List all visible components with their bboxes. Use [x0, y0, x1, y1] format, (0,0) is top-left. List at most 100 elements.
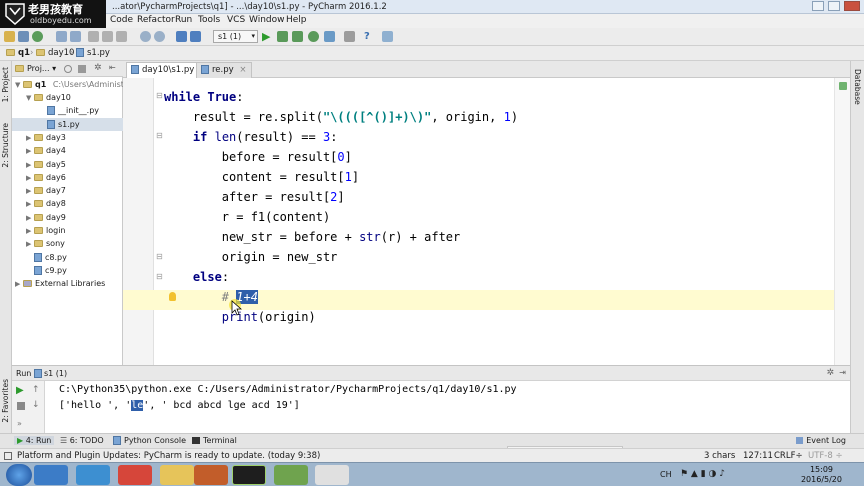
taskbar-pycharm-icon[interactable] [232, 465, 266, 485]
hide-icon[interactable]: ⇥ [839, 368, 846, 377]
tab-python-console[interactable]: Python Console [113, 436, 186, 445]
copy-icon[interactable] [102, 31, 113, 42]
breadcrumb-file[interactable]: s1.py [76, 48, 110, 58]
start-button[interactable] [6, 464, 32, 486]
fold-icon[interactable]: ⊟ [156, 131, 163, 140]
up-icon[interactable]: ↑ [32, 385, 40, 395]
cut-icon[interactable] [88, 31, 99, 42]
tree-item[interactable]: c9.py [12, 264, 123, 277]
debug-icon[interactable] [277, 31, 288, 42]
tab-favorites[interactable]: 2: Favorites [1, 379, 10, 423]
down-icon[interactable]: ↓ [32, 400, 40, 410]
tab-terminal[interactable]: Terminal [192, 436, 237, 445]
menu-help[interactable]: Help [286, 15, 307, 25]
run-output-panel[interactable]: ▶ ↑ ↓ » C:\Python35\python.exe C:/Users/… [12, 381, 850, 433]
taskbar-language[interactable]: CH [660, 470, 672, 479]
gear-icon[interactable]: ✲ [94, 63, 102, 73]
project-view-selector[interactable]: Proj... ▾ [15, 64, 56, 73]
tree-item[interactable]: ▶ day4 [12, 144, 123, 157]
tree-item[interactable]: ▶ day9 [12, 211, 123, 224]
breadcrumb-folder[interactable]: day10 [36, 48, 74, 58]
minimize-icon[interactable] [812, 1, 825, 11]
sdk-icon[interactable] [382, 31, 393, 42]
taskbar-folder-icon[interactable] [160, 465, 194, 485]
close-icon[interactable] [844, 1, 860, 11]
taskbar-clock[interactable]: 15:09 2016/5/20 [801, 465, 842, 485]
tab-event-log[interactable]: Event Log [796, 436, 846, 445]
tree-root[interactable]: ▼ q1 C:\Users\Administ [15, 78, 124, 91]
menu-window[interactable]: Window [249, 15, 285, 25]
fold-icon[interactable]: ⊟ [156, 252, 163, 261]
tree-item[interactable]: s1.py [12, 117, 123, 131]
tree-item[interactable]: ▶ day8 [12, 197, 123, 210]
tree-item[interactable]: ▼ day10 [12, 91, 123, 104]
menu-refactor[interactable]: Refactor [137, 15, 175, 25]
menu-code[interactable]: Code [110, 15, 133, 25]
run-panel-config[interactable]: s1 (1) [44, 369, 67, 378]
gear-icon[interactable]: ✲ [826, 368, 834, 378]
breadcrumb-root[interactable]: q1 [6, 48, 30, 58]
tree-item[interactable]: ▶ day6 [12, 171, 123, 184]
vcs-icon[interactable] [324, 31, 335, 42]
editor-error-stripe[interactable] [834, 78, 850, 365]
tab-structure[interactable]: 2: Structure [1, 123, 10, 168]
window-controls[interactable] [812, 1, 860, 14]
menu-vcs[interactable]: VCS [227, 15, 245, 25]
stop-icon[interactable] [17, 402, 25, 410]
tab-re[interactable]: re.py × [196, 62, 252, 78]
paste-icon[interactable] [116, 31, 127, 42]
save-icon[interactable] [18, 31, 29, 42]
tree-item[interactable]: ▶ sony [12, 237, 123, 250]
fold-icon[interactable]: ⊟ [156, 91, 163, 100]
settings-icon[interactable] [344, 31, 355, 42]
find-icon[interactable] [140, 31, 151, 42]
tree-item[interactable]: c8.py [12, 251, 123, 264]
status-line-separator[interactable]: CRLF÷ [774, 451, 803, 461]
taskbar-app-icon[interactable] [194, 465, 228, 485]
back-icon[interactable] [176, 31, 187, 42]
taskbar-calc-icon[interactable] [315, 465, 349, 485]
tree-item-label: External Libraries [35, 279, 106, 289]
collapse-icon[interactable] [78, 65, 86, 73]
tab-run[interactable]: ▶ 4: Run [14, 436, 55, 445]
status-caret-position[interactable]: 127:11 [743, 451, 773, 461]
tab-project[interactable]: 1: Project [1, 67, 10, 102]
taskbar-ie-icon[interactable] [76, 465, 110, 485]
code-editor[interactable]: ⊟ ⊟ ⊟ ⊟ while True: result = re.split("\… [123, 78, 850, 365]
close-tab-icon[interactable]: × [239, 65, 246, 75]
sync-icon[interactable] [64, 65, 72, 73]
coverage-icon[interactable] [292, 31, 303, 42]
fold-icon[interactable]: ⊟ [156, 272, 163, 281]
sync-icon[interactable] [32, 31, 43, 42]
run-icon[interactable]: ▶ [262, 31, 273, 42]
tray-icons[interactable]: ⚑ ▲ ▮ ◑ ♪ [680, 469, 725, 479]
code-line-1: while True: [164, 90, 244, 104]
status-encoding[interactable]: UTF-8 ÷ [808, 451, 843, 461]
taskbar-notepad-icon[interactable] [274, 465, 308, 485]
tab-database[interactable]: Database [853, 69, 862, 105]
open-icon[interactable] [4, 31, 15, 42]
forward-icon[interactable] [190, 31, 201, 42]
status-message[interactable]: Platform and Plugin Updates: PyCharm is … [17, 451, 320, 461]
tab-todo[interactable]: ☰ 6: TODO [60, 436, 104, 445]
undo-icon[interactable] [56, 31, 67, 42]
tree-item[interactable]: ▶ day7 [12, 184, 123, 197]
taskbar-chrome-icon[interactable] [118, 465, 152, 485]
tree-item[interactable]: ▶ day5 [12, 158, 123, 171]
menu-run[interactable]: Run [175, 15, 192, 25]
profile-icon[interactable] [308, 31, 319, 42]
hide-icon[interactable]: ⇤ [109, 63, 116, 72]
tree-item[interactable]: ▶ External Libraries [12, 277, 123, 290]
expand-icon[interactable]: » [17, 419, 22, 428]
help-icon[interactable]: ? [364, 31, 375, 42]
tree-item[interactable]: __init__.py [12, 104, 123, 117]
run-config-select[interactable]: s1 (1) ▾ [213, 30, 258, 43]
redo-icon[interactable] [70, 31, 81, 42]
maximize-icon[interactable] [828, 1, 841, 11]
taskbar-explorer-icon[interactable] [34, 465, 68, 485]
menu-tools[interactable]: Tools [198, 15, 220, 25]
tree-item[interactable]: ▶ day3 [12, 131, 123, 144]
replace-icon[interactable] [154, 31, 165, 42]
rerun-icon[interactable]: ▶ [16, 385, 24, 396]
tree-item[interactable]: ▶ login [12, 224, 123, 237]
